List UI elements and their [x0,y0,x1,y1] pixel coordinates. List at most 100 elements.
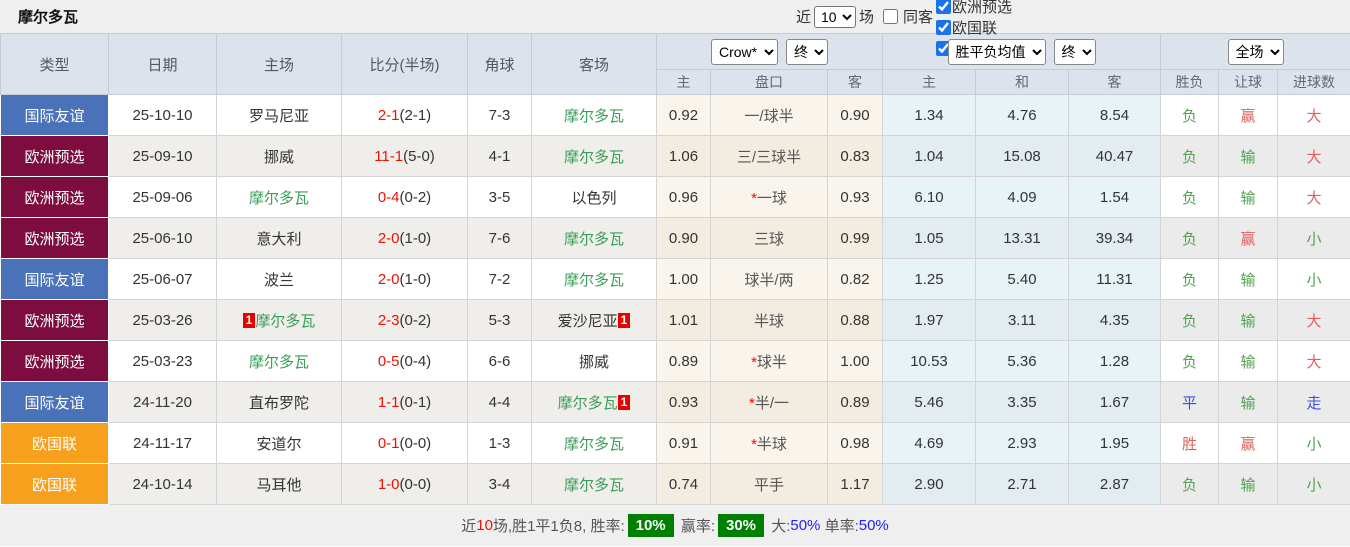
away-team-name: 摩尔多瓦 [564,272,624,289]
filter-checkbox-2[interactable] [936,20,951,35]
match-row: 国际友谊25-10-10罗马尼亚2-1(2-1)7-3摩尔多瓦0.92一/球半0… [1,95,1350,136]
halftime-score: (5-0) [403,148,435,165]
away-team-name: 摩尔多瓦 [564,231,624,248]
fulltime-score: 0-4 [378,189,400,206]
away-team-name: 摩尔多瓦 [564,477,624,494]
cell-score: 0-1(0-0) [342,423,468,464]
handicap-text: 球半 [757,354,787,371]
summary-text: 大: [767,515,790,536]
cell-odds-away: 1.00 [828,341,883,382]
cell-spread-result: 输 [1219,300,1278,341]
cell-goals-result: 大 [1278,136,1350,177]
cell-handicap: 球半/两 [711,259,828,300]
cell-away-team: 摩尔多瓦 [532,136,657,177]
cell-competition: 欧国联 [1,464,109,505]
cell-avg-away: 1.54 [1069,177,1161,218]
match-row: 国际友谊25-06-07波兰2-0(1-0)7-2摩尔多瓦1.00球半/两0.8… [1,259,1350,300]
summary-text: 近 [461,515,476,536]
cell-avg-home: 4.69 [883,423,976,464]
cell-home-team: 马耳他 [217,464,342,505]
cell-goals-result: 大 [1278,341,1350,382]
cell-away-team: 摩尔多瓦 [532,464,657,505]
percent-badge: 10% [628,514,674,537]
cell-odds-away: 0.82 [828,259,883,300]
cell-score: 0-5(0-4) [342,341,468,382]
cell-competition: 欧洲预选 [1,300,109,341]
cell-result: 负 [1161,95,1219,136]
header-corner: 角球 [468,34,532,95]
cell-avg-draw: 4.09 [976,177,1069,218]
avg-source-select[interactable]: 胜平负均值 [948,39,1046,65]
cell-home-team: 安道尔 [217,423,342,464]
filter-checkbox-1[interactable] [936,0,951,14]
cell-date: 25-06-07 [109,259,217,300]
cell-avg-away: 39.34 [1069,218,1161,259]
handicap-text: 三球 [754,231,784,248]
fulltime-score: 2-1 [378,107,400,124]
halftime-score: (0-2) [400,189,432,206]
cell-handicap: 三球 [711,218,828,259]
recent-count-select[interactable]: 10 [814,6,856,28]
cell-avg-draw: 3.11 [976,300,1069,341]
scope-select[interactable]: 全场 [1228,39,1284,65]
cell-avg-draw: 13.31 [976,218,1069,259]
fulltime-score: 2-0 [378,271,400,288]
handicap-text: 三/三球半 [737,149,801,166]
same-venue-checkbox[interactable] [883,9,898,24]
subheader-avg-away: 客 [1069,70,1161,95]
cell-score: 0-4(0-2) [342,177,468,218]
cell-score: 2-3(0-2) [342,300,468,341]
red-card-badge: 1 [618,395,631,410]
cell-handicap: 半球 [711,300,828,341]
cell-spread-result: 赢 [1219,423,1278,464]
cell-date: 25-06-10 [109,218,217,259]
cell-avg-away: 1.28 [1069,341,1161,382]
cell-competition: 国际友谊 [1,259,109,300]
cell-date: 25-10-10 [109,95,217,136]
cell-handicap: *一球 [711,177,828,218]
cell-avg-away: 1.95 [1069,423,1161,464]
cell-away-team: 挪威 [532,341,657,382]
cell-avg-draw: 2.93 [976,423,1069,464]
subheader-odds-home: 主 [657,70,711,95]
match-row: 欧洲预选25-03-261摩尔多瓦2-3(0-2)5-3爱沙尼亚11.01半球0… [1,300,1350,341]
cell-competition: 国际友谊 [1,382,109,423]
cell-spread-result: 输 [1219,136,1278,177]
cell-away-team: 摩尔多瓦 [532,259,657,300]
cell-corners: 3-5 [468,177,532,218]
cell-corners: 4-1 [468,136,532,177]
cell-odds-away: 1.17 [828,464,883,505]
header-date: 日期 [109,34,217,95]
percent-badge: 30% [718,514,764,537]
cell-result: 负 [1161,136,1219,177]
cell-result: 负 [1161,464,1219,505]
cell-handicap: 三/三球半 [711,136,828,177]
home-team-name: 摩尔多瓦 [249,190,309,207]
cell-away-team: 以色列 [532,177,657,218]
cell-goals-result: 小 [1278,464,1350,505]
home-team-name: 罗马尼亚 [249,108,309,125]
avg-time-select[interactable]: 终 [1054,39,1096,65]
cell-avg-home: 1.34 [883,95,976,136]
filter-label: 欧洲预选 [952,0,1012,17]
odds-time-select[interactable]: 终 [786,39,828,65]
subheader-result: 胜负 [1161,70,1219,95]
table-header: 类型 日期 主场 比分(半场) 角球 客场 Crow*终 胜平负均值终 全场 主… [1,34,1350,95]
cell-home-team: 摩尔多瓦 [217,177,342,218]
cell-avg-home: 2.90 [883,464,976,505]
filter-item: 欧国联 [936,17,1012,38]
same-venue-label: 同客 [903,6,933,27]
cell-avg-draw: 4.76 [976,95,1069,136]
cell-odds-home: 1.06 [657,136,711,177]
cell-handicap: 一/球半 [711,95,828,136]
cell-avg-draw: 15.08 [976,136,1069,177]
cell-corners: 5-3 [468,300,532,341]
halftime-score: (0-4) [400,353,432,370]
matches-table: 类型 日期 主场 比分(半场) 角球 客场 Crow*终 胜平负均值终 全场 主… [0,33,1350,505]
cell-avg-away: 11.31 [1069,259,1161,300]
halftime-score: (0-1) [400,394,432,411]
cell-avg-away: 40.47 [1069,136,1161,177]
odds-source-select[interactable]: Crow* [711,39,778,65]
cell-odds-away: 0.99 [828,218,883,259]
match-row: 欧洲预选25-06-10意大利2-0(1-0)7-6摩尔多瓦0.90三球0.99… [1,218,1350,259]
